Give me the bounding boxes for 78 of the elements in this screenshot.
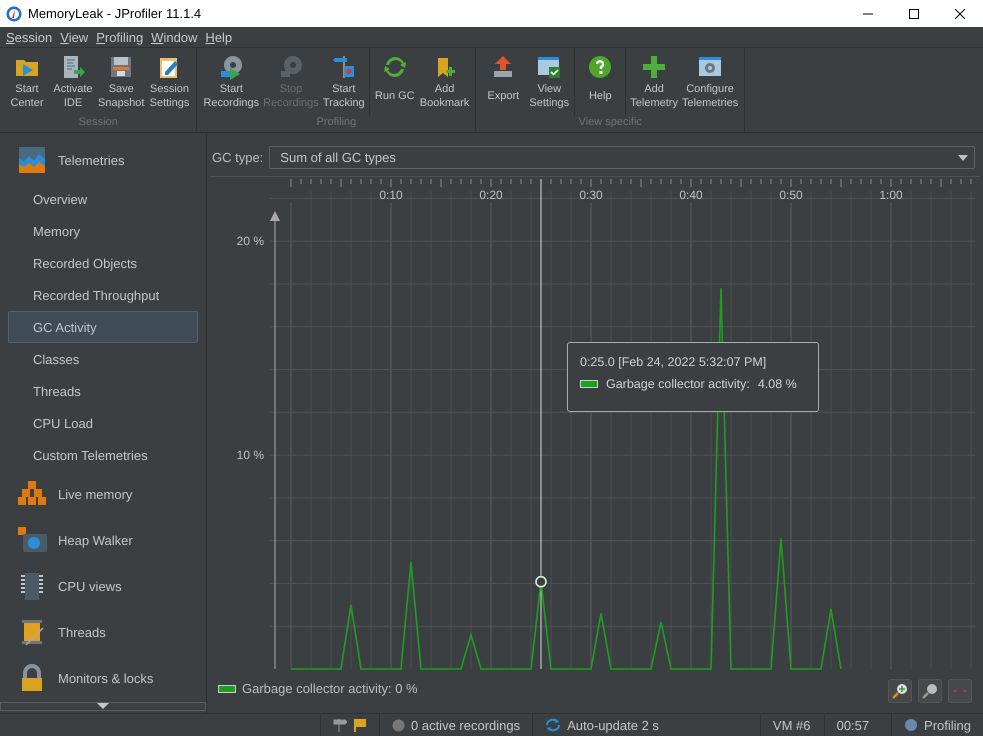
recycle-arrows-icon (382, 54, 408, 80)
close-icon (955, 8, 965, 18)
sidebar-section[interactable]: Threads (0, 609, 206, 655)
toolbar-button[interactable]: Start Center (4, 52, 50, 114)
auto-update-status[interactable]: Auto-update 2 s (567, 718, 659, 732)
app-logo-icon (6, 6, 22, 22)
elapsed-time: 00:57 (836, 718, 870, 732)
x-tick-label: 1:00 (879, 188, 903, 202)
sidebar-item[interactable]: Recorded Objects (8, 247, 198, 279)
cursor-marker (535, 576, 547, 588)
toolbar-button[interactable]: Add Telemetry (628, 52, 680, 114)
chart-grid-icon (16, 144, 48, 176)
sidebar-item[interactable]: Classes (8, 343, 198, 375)
menu-item[interactable]: Session (2, 30, 56, 44)
maximize-icon (909, 8, 919, 18)
menu-item[interactable]: Profiling (92, 30, 148, 44)
help-icon (587, 54, 614, 80)
triangle-down-icon (97, 703, 109, 709)
sidebar-section[interactable]: Monitors & locks (0, 655, 206, 701)
menu-item[interactable]: View (56, 30, 92, 44)
zoom-out-icon (922, 683, 938, 699)
profiling-status: Profiling (924, 718, 971, 732)
sidebar-section[interactable]: CPU views (0, 563, 206, 609)
toolbar-button[interactable]: Activate IDE (50, 52, 96, 114)
x-tick-label: 0:40 (679, 188, 703, 202)
toolbar-button[interactable]: Run GC (372, 52, 418, 114)
flag-icon[interactable] (353, 718, 367, 732)
zoom-in-icon (892, 683, 908, 699)
y-tick-label: 10 % (236, 448, 264, 462)
toolbar-button[interactable]: Start Recordings (201, 52, 262, 114)
vm-label: VM #6 (772, 718, 810, 732)
sidebar-item[interactable]: Memory (8, 215, 198, 247)
refresh-icon[interactable] (545, 718, 562, 732)
signpost-icon (330, 54, 357, 80)
sidebar-item[interactable]: CPU Load (8, 407, 198, 439)
sidebar-item[interactable]: Custom Telemetries (8, 439, 198, 471)
signpost-icon[interactable] (333, 718, 347, 732)
scroll-down-button[interactable] (0, 702, 206, 711)
legend-swatch (218, 684, 236, 692)
gc-type-dropdown[interactable]: Sum of all GC types (269, 146, 975, 169)
menu-item[interactable]: Help (201, 30, 236, 44)
tooltip-value: 4.08 % (758, 376, 797, 391)
toolbar-button[interactable]: Export (480, 52, 526, 114)
x-tick-label: 0:30 (579, 188, 603, 202)
sidebar-section[interactable]: Heap Walker (0, 517, 206, 563)
zoom-in-button[interactable] (888, 679, 912, 703)
sidebar-section[interactable]: Live memory (0, 471, 206, 517)
window-title: MemoryLeak - JProfiler 11.1.4 (28, 6, 202, 21)
sidebar-item[interactable]: Threads (8, 375, 198, 407)
tooltip-time: 0:25.0 [Feb 24, 2022 5:32:07 PM] (580, 354, 768, 369)
sidebar-section[interactable]: Telemetries (0, 137, 206, 183)
toolbar-button[interactable]: Session Settings (146, 52, 192, 114)
caret-icon (958, 154, 968, 160)
toolbar-button[interactable]: Configure Telemetries (680, 52, 740, 114)
window-check-icon (536, 54, 562, 80)
x-tick-label: 0:20 (479, 188, 503, 202)
sidebar-item[interactable]: GC Activity (8, 311, 198, 343)
profiling-icon (904, 718, 918, 732)
y-tick-label: 20 % (236, 234, 264, 248)
recordings-status: 0 active recordings (411, 718, 520, 732)
menu-item[interactable]: Window (147, 30, 202, 44)
toolbar-button[interactable]: Add Bookmark (418, 52, 472, 114)
recording-dot-icon (392, 718, 405, 732)
plus-icon (641, 54, 668, 80)
x-tick-label: 0:10 (379, 188, 403, 202)
sidebar-item[interactable]: Recorded Throughput (8, 279, 198, 311)
film-reel-icon (218, 54, 244, 80)
toolbar-button[interactable]: View Settings (526, 52, 572, 114)
zoom-out-button[interactable] (918, 679, 942, 703)
toolbar-button[interactable]: Start Tracking (320, 52, 367, 114)
legend-label: Garbage collector activity: 0 % (242, 681, 418, 696)
sidebar-item[interactable]: Overview (8, 183, 198, 215)
toolbar-button[interactable]: Save Snapshot (96, 52, 146, 114)
toolbar-button[interactable]: Help (577, 52, 624, 114)
gc-type-label: GC type: (212, 150, 264, 165)
tooltip-label: Garbage collector activity: (606, 376, 750, 391)
legend-swatch (580, 380, 598, 388)
x-tick-label: 0:50 (779, 188, 803, 202)
